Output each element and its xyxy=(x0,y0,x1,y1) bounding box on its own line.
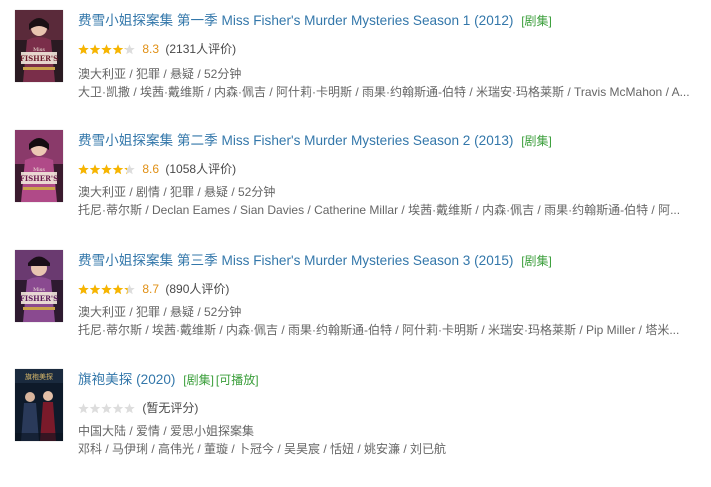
rating-score: 8.6 xyxy=(142,162,160,176)
meta-info: 澳大利亚 / 犯罪 / 悬疑 / 52分钟 xyxy=(78,67,242,81)
star-filled-icon xyxy=(101,284,112,295)
rating-stars-icon xyxy=(78,403,135,414)
star-filled-icon xyxy=(78,44,89,55)
tag-series[interactable]: [剧集] xyxy=(521,134,552,148)
meta-info: 中国大陆 / 爱情 / 爱思小姐探案集 xyxy=(78,424,255,438)
star-filled-icon xyxy=(78,284,89,295)
rating-stars-icon xyxy=(78,44,135,55)
cast-list: 邓科 / 马伊琍 / 高伟光 / 董璇 / 卜冠今 / 吴昊宸 / 恬妞 / 姚… xyxy=(78,442,447,456)
title-link[interactable]: 旗袍美探 (2020) xyxy=(78,372,175,387)
rating-stars-icon xyxy=(78,164,135,175)
search-result-item: 旗袍美探 旗袍美探 (2020) [剧集] [可播放] (暂无评分) 中国大陆 /… xyxy=(0,369,711,487)
tag-playable[interactable]: [可播放] xyxy=(216,373,259,387)
rating-stars-icon xyxy=(78,284,135,295)
svg-text:Miss: Miss xyxy=(33,167,45,173)
poster-thumbnail[interactable]: 旗袍美探 xyxy=(15,369,63,441)
rating-votes: (2131人评价) xyxy=(165,42,237,56)
rating-row: 8.3 (2131人评价) xyxy=(78,40,236,58)
rating-row: 8.7 (890人评价) xyxy=(78,280,229,298)
search-result-item: FISHER'S Miss 费雪小姐探案集 第一季 Miss Fisher's … xyxy=(0,10,711,128)
miss-fisher-poster-icon: FISHER'S Miss xyxy=(15,130,63,202)
tag-series[interactable]: [剧集] xyxy=(521,14,552,28)
qipao-detective-poster-icon: 旗袍美探 xyxy=(15,369,63,441)
star-filled-icon xyxy=(78,164,89,175)
title-link[interactable]: 费雪小姐探案集 第二季 Miss Fisher's Murder Mysteri… xyxy=(78,133,513,148)
title-row: 费雪小姐探案集 第三季 Miss Fisher's Murder Mysteri… xyxy=(78,250,552,272)
svg-text:Miss: Miss xyxy=(33,287,45,293)
rating-votes: (1058人评价) xyxy=(165,162,237,176)
rating-votes: (890人评价) xyxy=(165,282,230,296)
meta-info: 澳大利亚 / 犯罪 / 悬疑 / 52分钟 xyxy=(78,305,242,319)
star-filled-icon xyxy=(89,44,101,55)
meta-info: 澳大利亚 / 剧情 / 犯罪 / 悬疑 / 52分钟 xyxy=(78,185,276,199)
star-empty-icon xyxy=(89,403,101,414)
star-filled-icon xyxy=(112,164,124,175)
star-filled-icon xyxy=(89,284,101,295)
search-result-item: FISHER'S Miss 费雪小姐探案集 第三季 Miss Fisher's … xyxy=(0,250,711,368)
title-row: 旗袍美探 (2020) [剧集] [可播放] xyxy=(78,369,259,391)
rating-row: 8.6 (1058人评价) xyxy=(78,160,236,178)
rating-votes: (暂无评分) xyxy=(142,401,199,415)
rating-score: 8.3 xyxy=(142,42,160,56)
tag-series[interactable]: [剧集] xyxy=(183,373,214,387)
title-row: 费雪小姐探案集 第一季 Miss Fisher's Murder Mysteri… xyxy=(78,10,552,32)
cast-list: 托尼·蒂尔斯 / Declan Eames / Sian Davies / Ca… xyxy=(78,203,681,217)
svg-text:Miss: Miss xyxy=(33,47,45,53)
star-empty-icon xyxy=(78,403,89,414)
svg-text:FISHER'S: FISHER'S xyxy=(20,294,58,303)
title-row: 费雪小姐探案集 第二季 Miss Fisher's Murder Mysteri… xyxy=(78,130,552,152)
rating-score: 8.7 xyxy=(142,282,160,296)
svg-text:旗袍美探: 旗袍美探 xyxy=(25,372,53,381)
cast-list: 大卫·凯撒 / 埃茜·戴维斯 / 内森·佩吉 / 阿什莉·卡明斯 / 雨果·约翰… xyxy=(78,85,690,99)
miss-fisher-poster-icon: FISHER'S Miss xyxy=(15,250,63,322)
title-link[interactable]: 费雪小姐探案集 第三季 Miss Fisher's Murder Mysteri… xyxy=(78,253,513,268)
star-filled-icon xyxy=(112,284,124,295)
poster-thumbnail[interactable]: FISHER'S Miss xyxy=(15,250,63,322)
poster-thumbnail[interactable]: FISHER'S Miss xyxy=(15,10,63,82)
svg-text:FISHER'S: FISHER'S xyxy=(20,54,58,63)
star-empty-icon xyxy=(101,403,112,414)
search-result-item: FISHER'S Miss 费雪小姐探案集 第二季 Miss Fisher's … xyxy=(0,130,711,248)
star-filled-icon xyxy=(101,164,112,175)
title-link[interactable]: 费雪小姐探案集 第一季 Miss Fisher's Murder Mysteri… xyxy=(78,13,513,28)
star-empty-icon xyxy=(124,44,135,55)
star-filled-icon xyxy=(112,44,124,55)
star-empty-icon xyxy=(112,403,124,414)
tag-series[interactable]: [剧集] xyxy=(521,254,552,268)
star-filled-icon xyxy=(101,44,112,55)
miss-fisher-poster-icon: FISHER'S Miss xyxy=(15,10,63,82)
rating-row: (暂无评分) xyxy=(78,399,198,417)
svg-text:FISHER'S: FISHER'S xyxy=(20,174,58,183)
poster-thumbnail[interactable]: FISHER'S Miss xyxy=(15,130,63,202)
star-empty-icon xyxy=(124,403,135,414)
star-filled-icon xyxy=(89,164,101,175)
cast-list: 托尼·蒂尔斯 / 埃茜·戴维斯 / 内森·佩吉 / 雨果·约翰斯通-伯特 / 阿… xyxy=(78,323,680,337)
